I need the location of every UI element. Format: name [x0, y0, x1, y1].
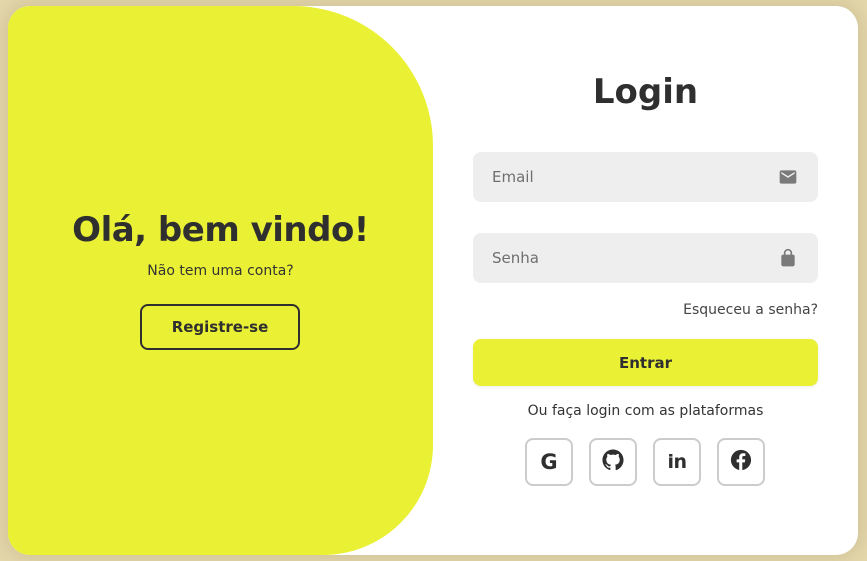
facebook-icon: [730, 449, 752, 475]
lock-icon: [778, 248, 798, 268]
github-login-button[interactable]: [589, 438, 637, 486]
alt-login-text: Ou faça login com as plataformas: [527, 403, 764, 419]
no-account-text: Não tem uma conta?: [147, 263, 294, 279]
welcome-title: Olá, bem vindo!: [72, 210, 369, 250]
password-field: [473, 233, 818, 283]
email-input[interactable]: [473, 152, 773, 202]
welcome-panel: Olá, bem vindo! Não tem uma conta? Regis…: [8, 6, 433, 555]
linkedin-icon: in: [667, 450, 687, 473]
auth-card: Olá, bem vindo! Não tem uma conta? Regis…: [8, 6, 858, 555]
envelope-icon: [778, 167, 798, 187]
register-button[interactable]: Registre-se: [140, 304, 300, 350]
forgot-password-link[interactable]: Esqueceu a senha?: [473, 302, 818, 318]
google-icon: G: [540, 449, 558, 474]
login-submit-button[interactable]: Entrar: [473, 339, 818, 386]
linkedin-login-button[interactable]: in: [653, 438, 701, 486]
email-field: [473, 152, 818, 202]
google-login-button[interactable]: G: [525, 438, 573, 486]
password-input[interactable]: [473, 233, 773, 283]
facebook-login-button[interactable]: [717, 438, 765, 486]
login-title: Login: [592, 72, 699, 112]
github-icon: [602, 449, 624, 475]
